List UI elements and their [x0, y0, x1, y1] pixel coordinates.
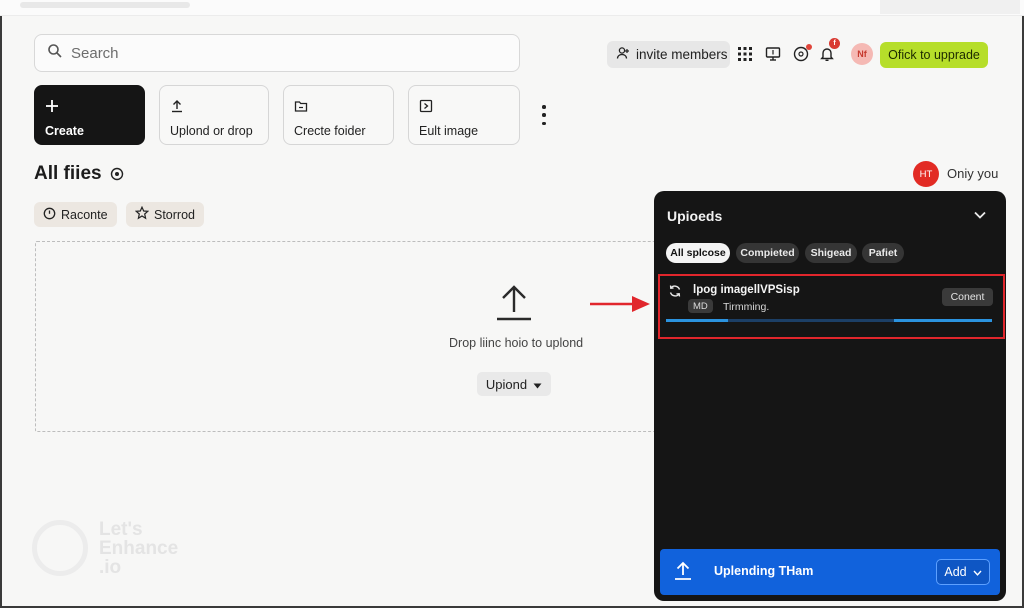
avatar[interactable]: Nf: [851, 43, 873, 65]
collapse-chevron-icon[interactable]: [972, 207, 988, 228]
tab-shared[interactable]: Shigead: [805, 243, 857, 263]
create-folder-button[interactable]: Crecte foider: [283, 85, 394, 145]
upload-progress-segment: [894, 319, 992, 322]
desktop-app-icon[interactable]: [764, 45, 782, 63]
watermark-logo: [32, 520, 88, 576]
filter-starred-label: Storrod: [154, 207, 195, 222]
cancel-upload-button[interactable]: Conent: [942, 288, 993, 306]
upload-dropdown-button[interactable]: Upiond: [477, 372, 551, 396]
chevron-down-icon: [533, 377, 542, 392]
tab-completed[interactable]: Compieted: [736, 243, 799, 263]
star-icon: [134, 205, 150, 223]
add-button[interactable]: Add: [936, 559, 990, 585]
search-icon: [47, 43, 63, 64]
uploads-panel-title: Upioeds: [667, 208, 723, 224]
visibility-label: Oniy you: [947, 166, 999, 181]
browser-top-strip: [0, 0, 1024, 16]
uploads-panel: Upioeds All splcose Compieted Shigead Pa…: [654, 191, 1006, 601]
more-options-icon[interactable]: [538, 105, 550, 125]
search-input[interactable]: [71, 44, 491, 62]
upload-item: lpog imagellVPSisp MD Tirmming. Conent: [666, 281, 996, 333]
upload-filename: lpog imagellVPSisp: [693, 284, 800, 296]
owner-avatar: HT: [913, 161, 939, 187]
create-label: Create: [45, 124, 84, 138]
invite-members-label: invite members: [636, 47, 728, 62]
upload-progress-fill: [666, 319, 728, 322]
help-icon[interactable]: [792, 44, 812, 63]
upload-label: Uplond or drop: [170, 124, 253, 138]
folder-icon: [294, 96, 383, 116]
upload-status: Tirmming.: [723, 301, 770, 313]
upload-icon: [170, 96, 258, 116]
annotation-arrow-icon: [588, 293, 652, 320]
invite-members-button[interactable]: invite members: [607, 41, 730, 68]
filter-starred[interactable]: Storrod: [126, 202, 204, 227]
upload-button-label: Upiond: [485, 376, 528, 392]
upload-footer-bar: Uplending THam Add: [660, 549, 1000, 595]
add-user-icon: [616, 46, 630, 63]
clock-icon: [43, 207, 56, 223]
plus-icon: [45, 96, 134, 116]
filter-recent-label: Raconte: [61, 207, 108, 222]
apps-grid-icon[interactable]: [736, 45, 754, 63]
upload-arrow-icon: [495, 284, 533, 329]
add-label: Add: [944, 565, 967, 579]
upload-footer-text: Uplending THam: [714, 564, 814, 578]
notification-badge: f: [829, 38, 840, 49]
upload-or-drop-button[interactable]: Uplond or drop: [159, 85, 269, 145]
create-button[interactable]: Create: [34, 85, 145, 145]
edit-image-icon: [419, 96, 509, 116]
view-settings-icon[interactable]: [110, 167, 124, 186]
edit-image-label: Eult image: [419, 124, 479, 138]
upload-size-badge: MD: [688, 299, 713, 313]
drop-zone-text: Drop liinc hoio to uplond: [449, 336, 584, 350]
watermark-text: Let's Enhance .io: [99, 519, 179, 578]
edit-image-button[interactable]: Eult image: [408, 85, 520, 145]
page-title: All fiies: [34, 163, 102, 184]
sync-icon: [668, 284, 682, 303]
upload-progress-bar: [666, 319, 992, 322]
tab-failed[interactable]: Pafiet: [862, 243, 904, 263]
search-box[interactable]: [34, 34, 520, 72]
filter-recent[interactable]: Raconte: [34, 202, 117, 227]
upgrade-button[interactable]: Ofick to upprade: [880, 42, 988, 68]
chevron-down-icon: [973, 565, 982, 579]
create-folder-label: Crecte foider: [294, 124, 366, 138]
upload-icon: [672, 560, 694, 587]
tab-all-uploads[interactable]: All splcose: [666, 243, 730, 263]
